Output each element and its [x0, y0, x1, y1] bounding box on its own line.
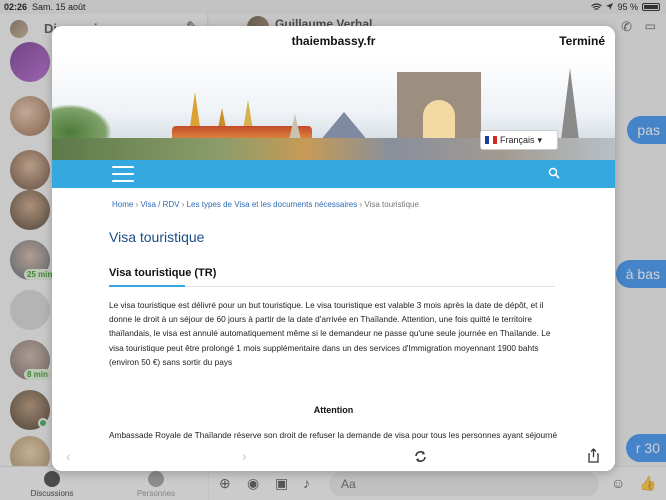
status-date: Sam. 15 août [32, 2, 86, 12]
section-underline [109, 285, 185, 287]
done-button[interactable]: Terminé [559, 34, 605, 48]
language-select[interactable]: Français ▾ [480, 130, 558, 150]
attention-heading: Attention [313, 405, 354, 415]
language-label: Français [500, 135, 535, 145]
web-view-header: thaiembassy.fr Terminé [52, 26, 615, 56]
section-title: Visa touristique (TR) [109, 267, 217, 279]
back-icon[interactable]: ‹ [66, 448, 71, 464]
breadcrumb-home[interactable]: Home [112, 200, 133, 209]
tower-illustration [560, 68, 580, 148]
breadcrumb-visa[interactable]: Visa / RDV [140, 200, 179, 209]
site-navbar [52, 160, 615, 188]
forward-icon[interactable]: › [242, 448, 247, 464]
page-content: Home › Visa / RDV › Les types de Visa et… [52, 188, 615, 441]
breadcrumb-types[interactable]: Les types de Visa et les documents néces… [187, 200, 358, 209]
attention-text: Ambassade Royale de Thaïlande réserve so… [109, 430, 558, 440]
breadcrumb: Home › Visa / RDV › Les types de Visa et… [112, 200, 419, 209]
wifi-icon [591, 3, 603, 10]
status-bar: 02:26 Sam. 15 août 95 % [0, 0, 666, 14]
status-right: 95 % [591, 2, 660, 12]
location-icon [606, 3, 614, 10]
french-flag-icon [485, 136, 497, 144]
share-icon[interactable] [588, 448, 599, 463]
web-view-sheet: thaiembassy.fr Terminé Français ▾ Home ›… [52, 26, 615, 471]
site-banner: Français ▾ [52, 56, 615, 160]
arch-illustration [397, 72, 481, 148]
breadcrumb-current: Visa touristique [364, 200, 419, 209]
menu-icon[interactable] [112, 166, 134, 182]
visa-description: Le visa touristique est délivré pour un … [109, 300, 551, 367]
url-label: thaiembassy.fr [291, 34, 376, 48]
battery-icon [642, 3, 660, 11]
reload-icon[interactable] [414, 450, 427, 463]
search-icon[interactable] [548, 167, 560, 179]
status-time: 02:26 [4, 2, 28, 12]
battery-percent: 95 % [617, 2, 638, 12]
web-view-toolbar: ‹ › [52, 441, 615, 471]
page-title: Visa touristique [109, 229, 205, 245]
caret-down-icon: ▾ [537, 134, 543, 145]
